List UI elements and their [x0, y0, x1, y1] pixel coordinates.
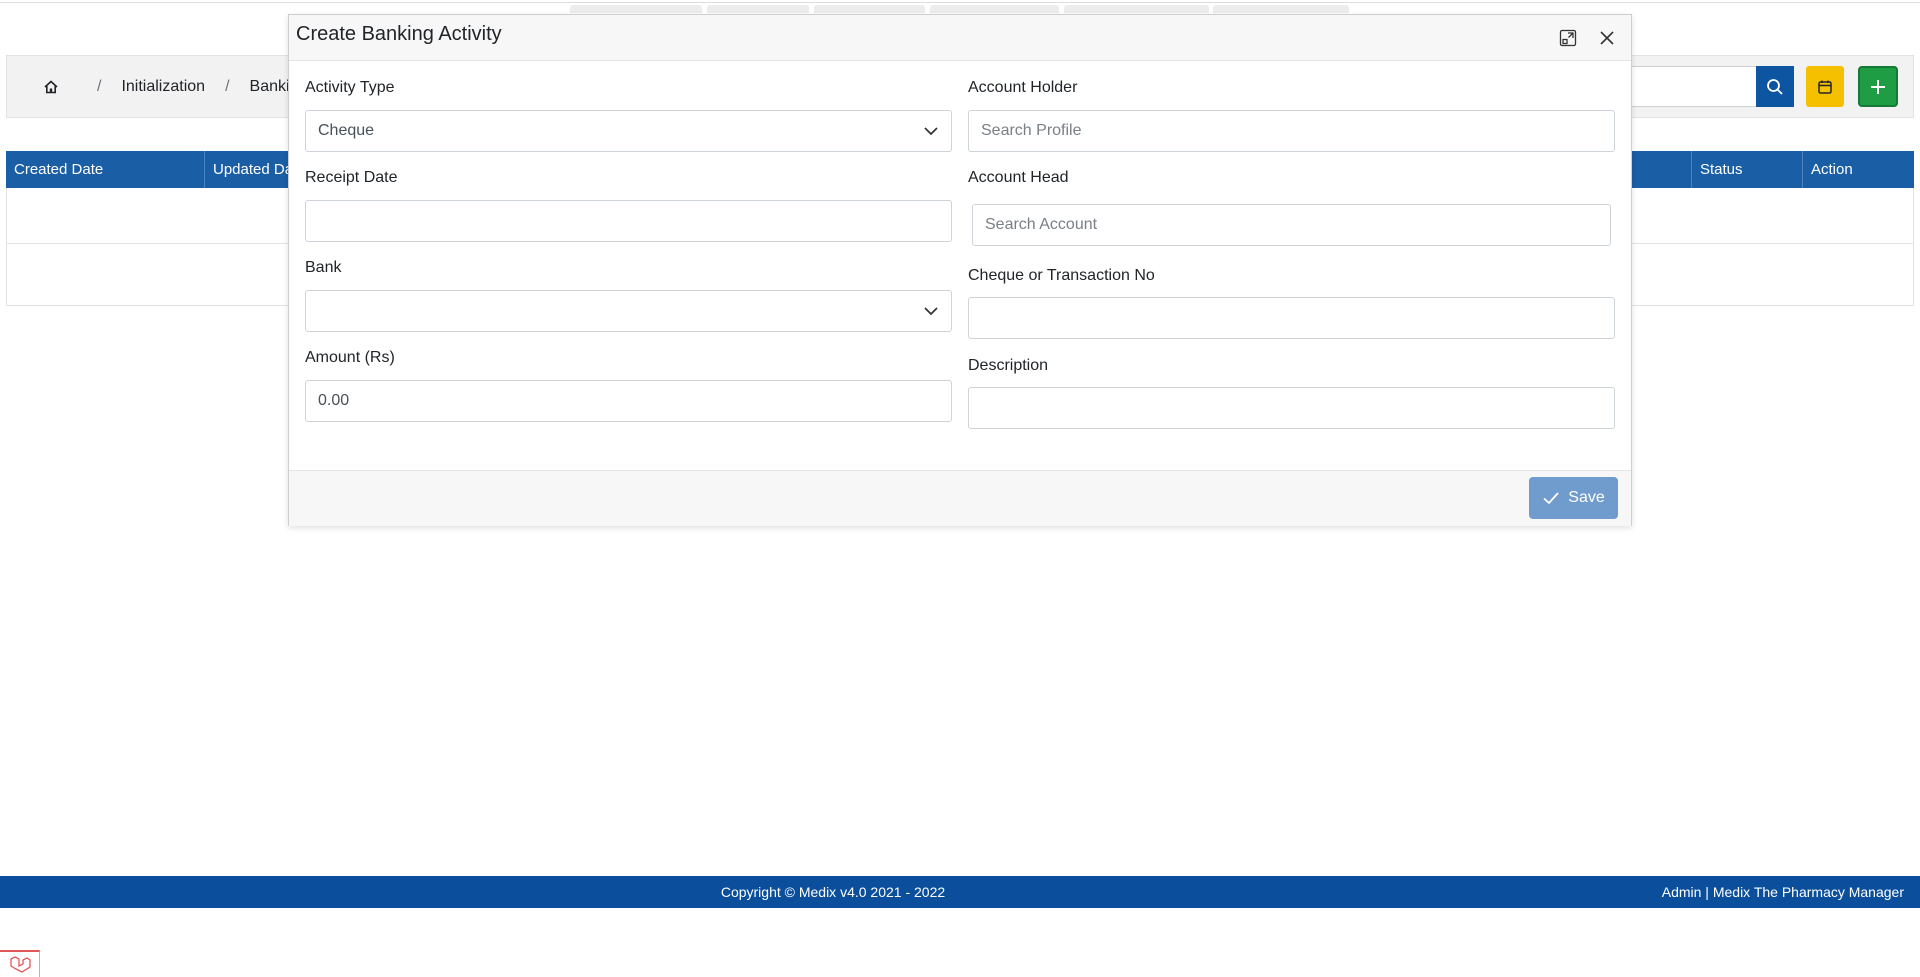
search-input[interactable]: [1620, 66, 1756, 107]
breadcrumb-separator: /: [225, 77, 230, 95]
description-input[interactable]: [968, 387, 1615, 429]
account-head-input[interactable]: Search Account: [972, 204, 1611, 246]
top-tab[interactable]: [570, 5, 702, 13]
activity-type-value: Cheque: [318, 122, 375, 139]
breadcrumb-separator: /: [97, 77, 102, 95]
search-icon: [1766, 78, 1784, 96]
modal-header: Create Banking Activity: [289, 15, 1631, 61]
top-tab[interactable]: [930, 5, 1059, 13]
amount-label: Amount (Rs): [305, 349, 395, 366]
calendar-icon: [1817, 79, 1833, 95]
save-button[interactable]: Save: [1529, 477, 1618, 519]
close-icon[interactable]: [1598, 29, 1618, 49]
top-strip: [0, 0, 1920, 3]
create-banking-activity-modal: Create Banking Activity Activity Type Ch…: [288, 14, 1632, 526]
save-label: Save: [1568, 489, 1605, 506]
bank-label: Bank: [305, 259, 342, 276]
plus-icon: [1868, 77, 1888, 97]
footer: Copyright © Medix v4.0 2021 - 2022 Admin…: [0, 876, 1920, 908]
laravel-logo-icon[interactable]: [0, 950, 40, 977]
activity-type-select[interactable]: Cheque: [305, 110, 952, 152]
modal-title: Create Banking Activity: [296, 23, 502, 45]
amount-input[interactable]: 0.00: [305, 380, 952, 422]
modal-footer: Save: [289, 470, 1631, 526]
footer-app-info: Admin | Medix The Pharmacy Manager: [1661, 884, 1904, 900]
receipt-date-input[interactable]: [305, 200, 952, 242]
column-status[interactable]: Status: [1691, 151, 1803, 188]
cheque-no-input[interactable]: [968, 297, 1615, 339]
calendar-button[interactable]: [1806, 66, 1844, 107]
top-tab[interactable]: [814, 5, 925, 13]
activity-type-label: Activity Type: [305, 79, 395, 96]
top-tab[interactable]: [1213, 5, 1349, 13]
description-label: Description: [968, 357, 1049, 374]
chevron-down-icon: [923, 123, 939, 139]
footer-copyright: Copyright © Medix v4.0 2021 - 2022: [720, 884, 946, 900]
search-button[interactable]: [1756, 66, 1794, 107]
account-holder-input[interactable]: Search Profile: [968, 110, 1615, 152]
breadcrumb-item-initialization[interactable]: Initialization: [121, 78, 205, 96]
check-icon: [1542, 489, 1560, 507]
chevron-down-icon: [923, 303, 939, 319]
expand-icon[interactable]: [1559, 29, 1579, 49]
account-head-label: Account Head: [968, 169, 1069, 186]
receipt-date-label: Receipt Date: [305, 169, 398, 186]
add-button[interactable]: [1858, 66, 1898, 107]
column-created-date[interactable]: Created Date: [6, 151, 205, 188]
column-action[interactable]: Action: [1803, 151, 1914, 188]
home-icon[interactable]: [43, 79, 59, 95]
cheque-no-label: Cheque or Transaction No: [968, 267, 1155, 284]
account-holder-label: Account Holder: [968, 79, 1078, 96]
top-tab[interactable]: [1064, 5, 1209, 13]
bank-select[interactable]: [305, 290, 952, 332]
top-tab[interactable]: [707, 5, 809, 13]
